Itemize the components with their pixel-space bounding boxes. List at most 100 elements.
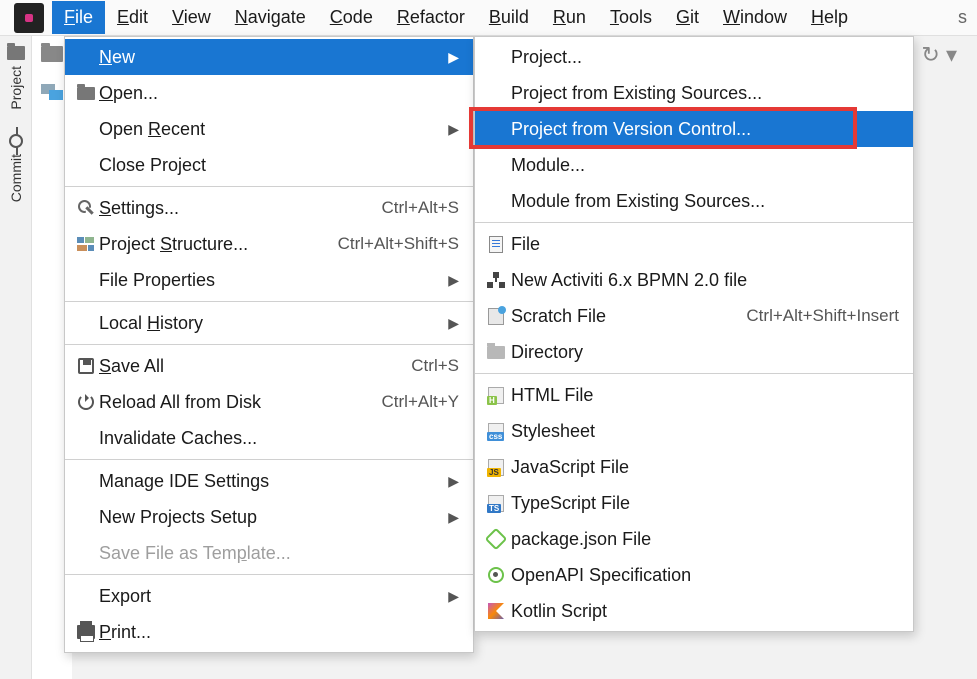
chevron-right-icon: ▶ [448,588,459,605]
menu-item-close-project[interactable]: Close Project [65,147,473,183]
menu-item-scratch-file[interactable]: Scratch File Ctrl+Alt+Shift+Insert [475,298,913,334]
menu-item-reload-all-from-disk[interactable]: Reload All from DiskCtrl+Alt+Y [65,384,473,420]
menu-item-open[interactable]: Open... [65,75,473,111]
chevron-right-icon: ▶ [448,121,459,138]
menu-item-label: Directory [511,342,583,363]
menu-item-label: Module... [511,155,585,176]
menu-item-label: HTML File [511,385,593,406]
menu-git[interactable]: Git [664,1,711,34]
menu-item-label: Scratch File [511,306,606,327]
menu-item-new-activiti-6-x-bpmn-2-0-file[interactable]: New Activiti 6.x BPMN 2.0 file [475,262,913,298]
menu-item-html-file[interactable]: HHTML File [475,377,913,413]
scratch-file-icon [481,308,511,325]
menu-item-label: Manage IDE Settings [99,471,269,492]
menu-item-label: Project from Version Control... [511,119,751,140]
menu-item-print[interactable]: Print... [65,614,473,650]
menu-item-shortcut: Ctrl+Alt+S [382,198,459,218]
menu-navigate[interactable]: Navigate [223,1,318,34]
menu-item-label: Export [99,586,151,607]
chevron-right-icon: ▶ [448,49,459,66]
menu-item-package-json-file[interactable]: package.json File [475,521,913,557]
menu-item-project-structure[interactable]: Project Structure...Ctrl+Alt+Shift+S [65,226,473,262]
reload-icon [73,394,99,410]
menu-item-kotlin-script[interactable]: Kotlin Script [475,593,913,629]
menu-window[interactable]: Window [711,1,799,34]
menu-build[interactable]: Build [477,1,541,34]
menu-item-directory[interactable]: Directory [475,334,913,370]
menu-item-label: New [99,47,135,68]
menu-item-label: Stylesheet [511,421,595,442]
chevron-right-icon: ▶ [448,473,459,490]
menu-edit[interactable]: Edit [105,1,160,34]
menu-item-openapi-specification[interactable]: OpenAPI Specification [475,557,913,593]
menu-item-file[interactable]: File [475,226,913,262]
menu-item-project[interactable]: Project... [475,39,913,75]
css-file-icon: css [481,423,511,440]
menu-item-shortcut: Ctrl+Alt+Y [382,392,459,412]
menu-item-javascript-file[interactable]: JSJavaScript File [475,449,913,485]
menu-item-local-history[interactable]: Local History▶ [65,305,473,341]
toolwindow-project[interactable]: Project [7,46,25,110]
menu-item-module-from-existing-sources[interactable]: Module from Existing Sources... [475,183,913,219]
menubar-overflow: s [958,7,977,28]
menu-item-label: OpenAPI Specification [511,565,691,586]
menu-run[interactable]: Run [541,1,598,34]
commit-icon [9,134,23,148]
menu-item-new-projects-setup[interactable]: New Projects Setup▶ [65,499,473,535]
menu-item-file-properties[interactable]: File Properties ▶ [65,262,473,298]
menu-item-label: Project from Existing Sources... [511,83,762,104]
menu-item-typescript-file[interactable]: TSTypeScript File [475,485,913,521]
menu-item-label: Local History [99,313,203,334]
menubar: FileEditViewNavigateCodeRefactorBuildRun… [0,0,977,36]
menu-item-settings[interactable]: Settings... Ctrl+Alt+S [65,190,473,226]
toolwindow-commit-label: Commit [8,154,24,202]
menu-item-module[interactable]: Module... [475,147,913,183]
menu-item-label: Settings... [99,198,179,219]
directory-icon [481,346,511,359]
file-menu-dropdown: New ▶ Open... Open Recent ▶ Close Project Sett… [64,36,474,653]
js-file-icon: JS [481,459,511,476]
menu-item-manage-ide-settings[interactable]: Manage IDE Settings ▶ [65,463,473,499]
ts-file-icon: TS [481,495,511,512]
menu-view[interactable]: View [160,1,223,34]
menu-item-label: Project... [511,47,582,68]
chevron-right-icon: ▶ [448,272,459,289]
menu-item-label: Module from Existing Sources... [511,191,765,212]
reload-top-icon[interactable]: ↻ ▾ [921,42,957,68]
menu-item-project-from-existing-sources[interactable]: Project from Existing Sources... [475,75,913,111]
menu-item-new[interactable]: New ▶ [65,39,473,75]
menu-help[interactable]: Help [799,1,860,34]
menu-file[interactable]: File [52,1,105,34]
menu-item-open-recent[interactable]: Open Recent ▶ [65,111,473,147]
left-toolwindow-strip: Project Commit [0,36,32,679]
menu-item-export[interactable]: Export ▶ [65,578,473,614]
menu-item-label: Kotlin Script [511,601,607,622]
menu-item-invalidate-caches[interactable]: Invalidate Caches... [65,420,473,456]
save-icon [73,358,99,374]
open-folder-icon[interactable] [41,46,63,62]
menu-item-stylesheet[interactable]: cssStylesheet [475,413,913,449]
menu-item-label: New Projects Setup [99,507,257,528]
menu-item-label: Save All [99,356,164,377]
menu-refactor[interactable]: Refactor [385,1,477,34]
menu-code[interactable]: Code [318,1,385,34]
toolwindow-commit[interactable]: Commit [8,134,24,202]
menu-item-save-all[interactable]: Save AllCtrl+S [65,348,473,384]
menu-item-label: Close Project [99,155,206,176]
menu-item-label: Open Recent [99,119,205,140]
menu-item-label: JavaScript File [511,457,629,478]
folder-icon [73,87,99,100]
menu-tools[interactable]: Tools [598,1,664,34]
kotlin-icon [481,603,511,619]
menu-separator [65,459,473,460]
menu-item-shortcut: Ctrl+Alt+Shift+Insert [746,306,899,326]
menu-item-project-from-version-control[interactable]: Project from Version Control... [475,111,913,147]
diagram-icon [481,272,511,288]
menu-separator [65,574,473,575]
project-files-icon[interactable] [41,84,63,100]
menu-item-label: package.json File [511,529,651,550]
print-icon [73,625,99,639]
menu-item-label: New Activiti 6.x BPMN 2.0 file [511,270,747,291]
menu-item-label: File Properties [99,270,215,291]
toolwindow-project-label: Project [8,66,24,110]
